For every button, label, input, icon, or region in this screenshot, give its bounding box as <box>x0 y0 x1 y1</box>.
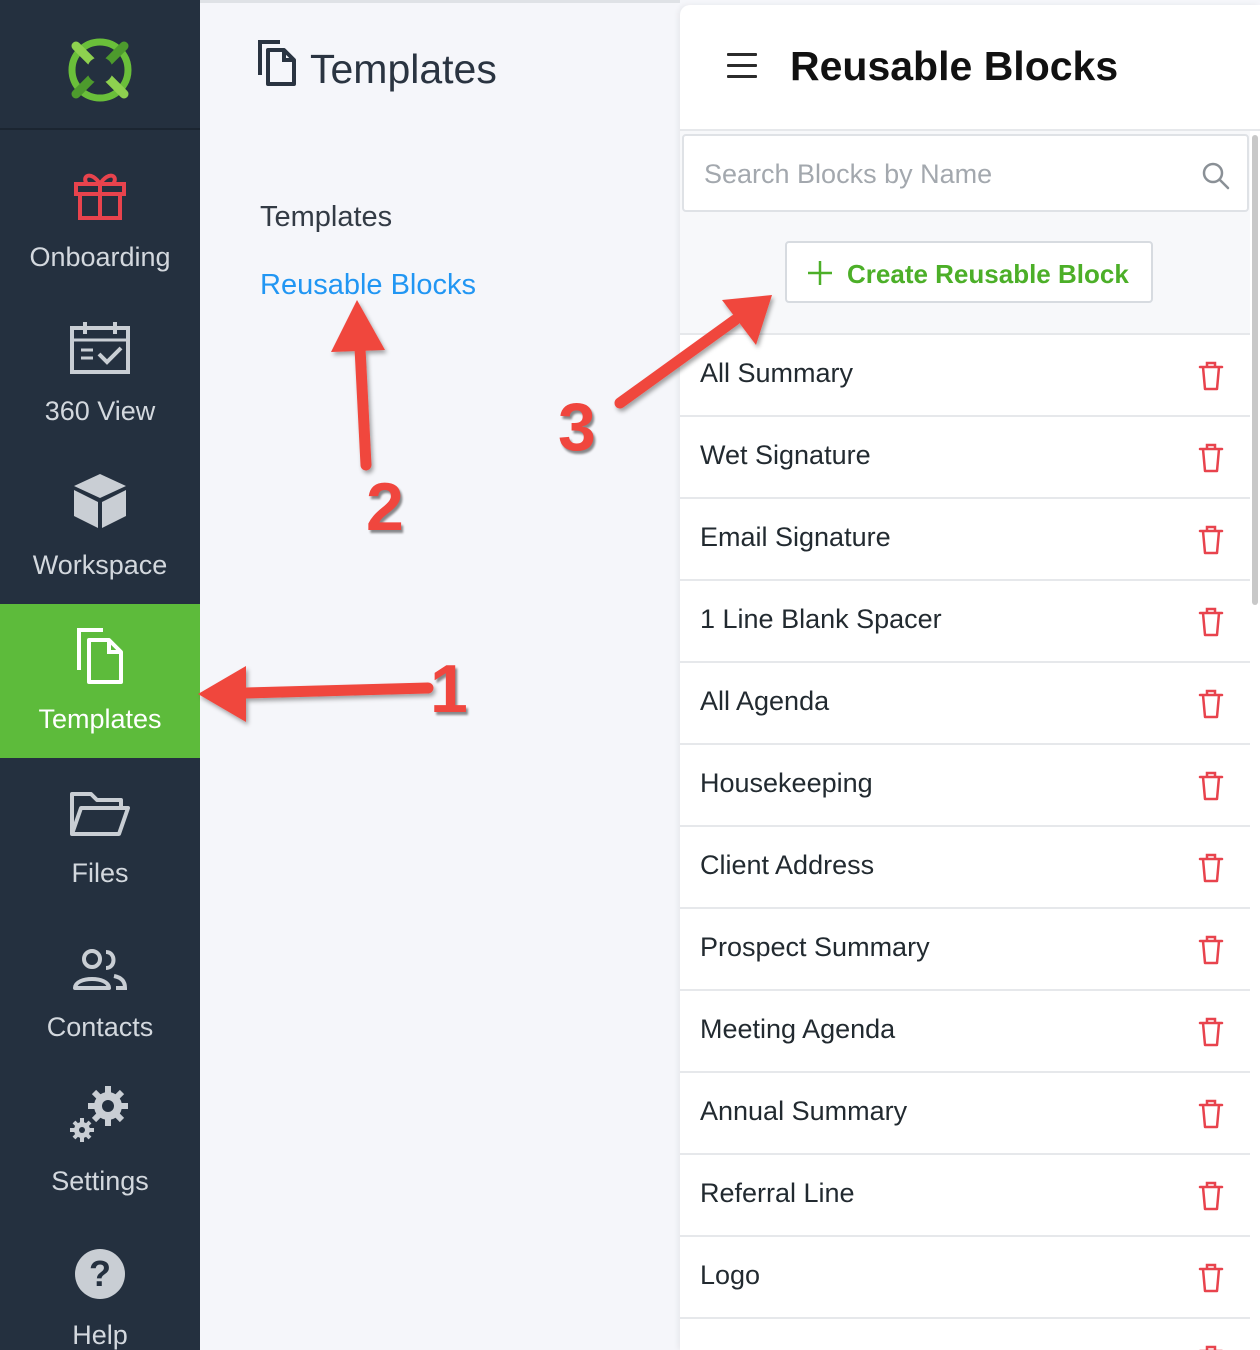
block-row[interactable]: Referral Line <box>680 1153 1250 1235</box>
nav-workspace[interactable]: Workspace <box>0 450 200 604</box>
trash-icon[interactable] <box>1198 771 1224 806</box>
trash-icon[interactable] <box>1198 607 1224 642</box>
trash-icon[interactable] <box>1198 1181 1224 1216</box>
nav-label: Onboarding <box>29 242 171 272</box>
trash-icon[interactable] <box>1198 443 1224 478</box>
block-row[interactable]: Prospect Summary <box>680 907 1250 989</box>
reusable-blocks-link[interactable]: Reusable Blocks <box>260 269 476 302</box>
templates-link[interactable]: Templates <box>260 201 392 234</box>
logo-icon <box>68 38 132 102</box>
block-row[interactable] <box>680 1317 1250 1350</box>
svg-text:?: ? <box>89 1253 111 1294</box>
calendar-check-icon <box>0 296 200 376</box>
annotation-number-1: 1 <box>430 651 468 727</box>
annotation-number-2: 2 <box>366 469 404 545</box>
block-list: All Summary Wet Signature Email Signature 1… <box>680 333 1250 1350</box>
copy-icon <box>256 39 298 92</box>
trash-icon[interactable] <box>1198 1099 1224 1134</box>
panel-header: Reusable Blocks <box>680 5 1260 131</box>
nav-help[interactable]: ? Help <box>0 1220 200 1350</box>
annotation-number-3: 3 <box>558 389 596 465</box>
block-row[interactable]: 1 Line Blank Spacer <box>680 579 1250 661</box>
block-row[interactable]: Client Address <box>680 825 1250 907</box>
copy-icon <box>0 604 200 684</box>
block-row[interactable]: Annual Summary <box>680 1071 1250 1153</box>
block-name: Housekeeping <box>700 768 873 798</box>
block-row[interactable]: All Summary <box>680 333 1250 415</box>
nav-label: Contacts <box>46 1012 154 1042</box>
nav-label: Files <box>71 858 129 888</box>
block-name: All Agenda <box>700 686 830 716</box>
nav-onboarding[interactable]: Onboarding <box>0 142 200 296</box>
trash-icon[interactable] <box>1198 361 1224 396</box>
nav-label: Templates <box>38 704 162 734</box>
block-row[interactable]: Wet Signature <box>680 415 1250 497</box>
sidebar: Onboarding 360 View Workspace Templates … <box>0 0 200 1350</box>
block-name: Logo <box>700 1260 761 1290</box>
block-row[interactable]: Housekeeping <box>680 743 1250 825</box>
scrollbar[interactable] <box>1252 135 1258 605</box>
nav-label: Help <box>72 1320 128 1350</box>
gift-icon <box>0 142 200 222</box>
app-logo[interactable] <box>0 0 200 130</box>
nav-360-view[interactable]: 360 View <box>0 296 200 450</box>
nav-templates[interactable]: Templates <box>0 604 200 758</box>
trash-icon[interactable] <box>1198 935 1224 970</box>
create-button-label: Create Reusable Block <box>847 259 1129 289</box>
plus-icon <box>807 260 833 291</box>
block-name: Annual Summary <box>700 1096 908 1126</box>
gears-icon <box>0 1066 200 1146</box>
trash-icon[interactable] <box>1198 1017 1224 1052</box>
block-row[interactable]: All Agenda <box>680 661 1250 743</box>
block-name: Client Address <box>700 850 875 880</box>
search-input[interactable] <box>704 156 1184 192</box>
cube-icon <box>0 450 200 530</box>
create-reusable-block-button[interactable]: Create Reusable Block <box>785 241 1153 303</box>
block-name: All Summary <box>700 358 854 388</box>
block-name: Referral Line <box>700 1178 855 1208</box>
nav-label: Workspace <box>32 550 168 580</box>
block-name: Email Signature <box>700 522 891 552</box>
block-name: Meeting Agenda <box>700 1014 896 1044</box>
panel-title: Reusable Blocks <box>790 43 1119 89</box>
trash-icon[interactable] <box>1198 689 1224 724</box>
block-name: Prospect Summary <box>700 932 930 962</box>
nav-label: Settings <box>51 1166 149 1196</box>
nav-files[interactable]: Files <box>0 758 200 912</box>
nav-label: 360 View <box>44 396 156 426</box>
block-row[interactable]: Logo <box>680 1235 1250 1317</box>
trash-icon[interactable] <box>1198 853 1224 888</box>
block-row[interactable]: Email Signature <box>680 497 1250 579</box>
reusable-blocks-panel: Reusable Blocks Create Reusable Block Al… <box>680 5 1260 1350</box>
block-name: 1 Line Blank Spacer <box>700 604 942 634</box>
question-circle-icon: ? <box>0 1220 200 1300</box>
block-row[interactable]: Meeting Agenda <box>680 989 1250 1071</box>
trash-icon[interactable] <box>1198 1345 1224 1350</box>
hamburger-menu-icon[interactable] <box>727 53 757 79</box>
nav-contacts[interactable]: Contacts <box>0 912 200 1066</box>
search-icon[interactable] <box>1202 162 1230 195</box>
search-box <box>682 134 1249 212</box>
people-icon <box>0 912 200 992</box>
trash-icon[interactable] <box>1198 1263 1224 1298</box>
trash-icon[interactable] <box>1198 525 1224 560</box>
page-title: Templates <box>310 46 497 92</box>
panel-body: Create Reusable Block All Summary Wet Sig… <box>680 131 1250 1350</box>
block-name: Wet Signature <box>700 440 871 470</box>
nav-settings[interactable]: Settings <box>0 1066 200 1220</box>
folder-icon <box>0 758 200 838</box>
